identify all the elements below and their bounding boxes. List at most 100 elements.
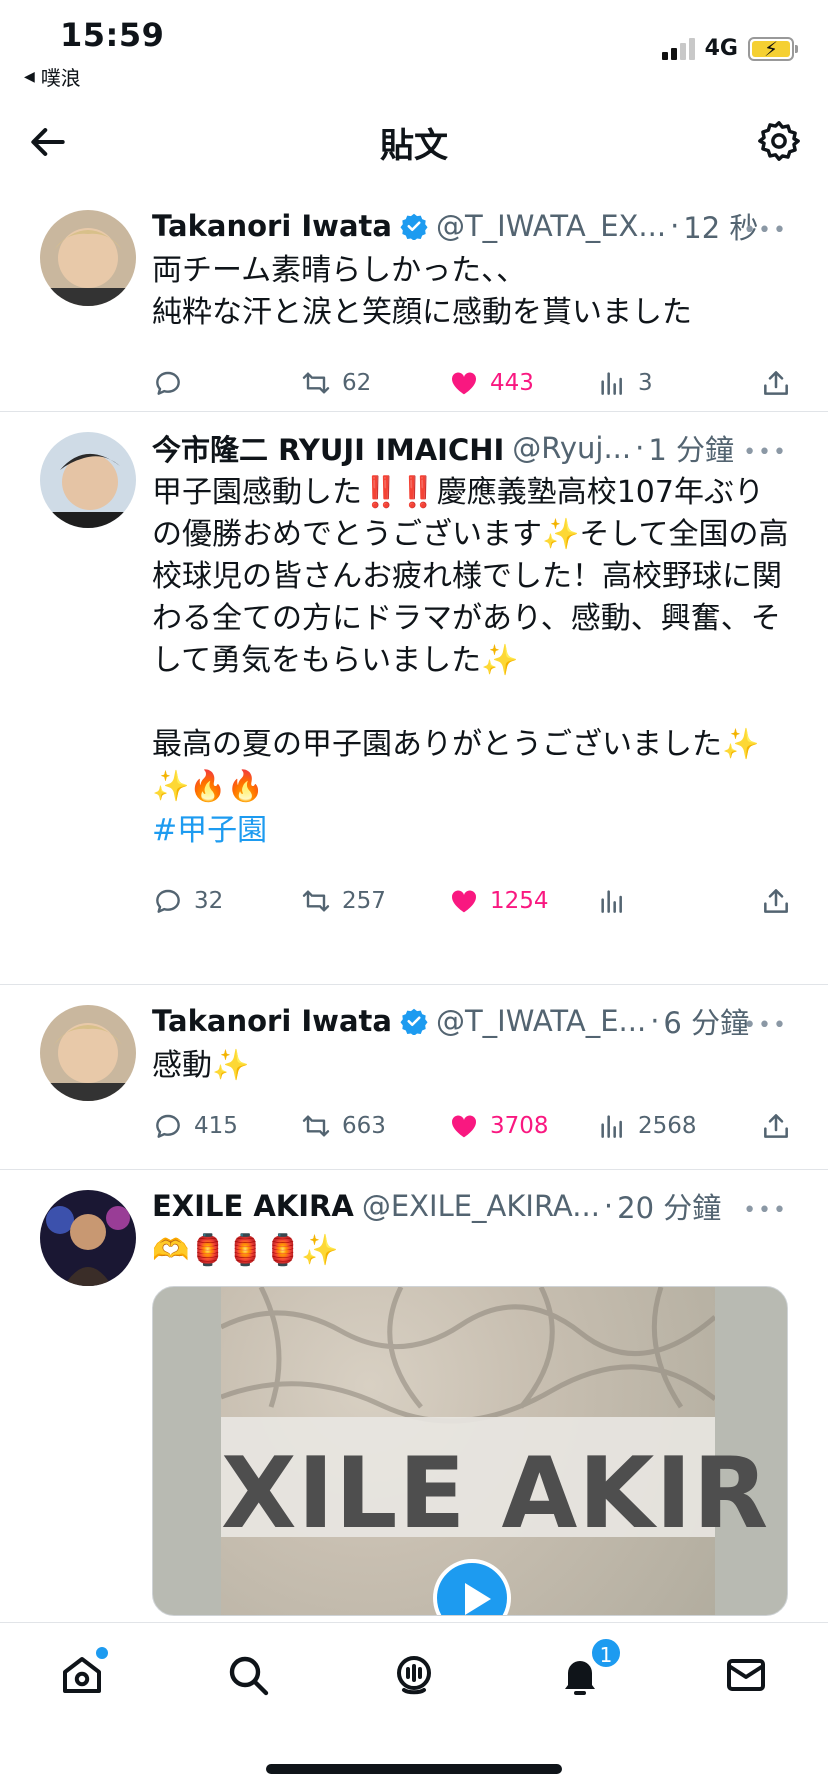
author-name[interactable]: Takanori Iwata bbox=[152, 209, 392, 243]
spaces-mic-icon bbox=[397, 1656, 431, 1695]
more-options-icon[interactable]: ••• bbox=[743, 218, 788, 243]
reply-button[interactable] bbox=[152, 367, 300, 399]
timeline: ••• Takanori Iwata @T_IWATA_EX... · 12 秒… bbox=[0, 190, 828, 1690]
like-button[interactable]: 443 bbox=[448, 367, 596, 399]
retweet-button[interactable]: 663 bbox=[300, 1110, 448, 1142]
gear-icon[interactable] bbox=[756, 118, 802, 164]
tab-search[interactable] bbox=[224, 1651, 280, 1707]
video-overlay-text: XILE AKIR bbox=[221, 1437, 770, 1551]
tab-messages[interactable] bbox=[722, 1651, 778, 1707]
post-time: 20 分鐘 bbox=[617, 1191, 722, 1225]
views-button[interactable]: 2568 bbox=[596, 1110, 744, 1142]
author-handle[interactable]: @EXILE_AKIRA... bbox=[362, 1189, 600, 1223]
reply-button[interactable]: 415 bbox=[152, 1110, 300, 1142]
views-button[interactable] bbox=[596, 885, 744, 917]
tab-spaces[interactable] bbox=[390, 1651, 446, 1707]
clock: 15:59 bbox=[60, 16, 165, 54]
separator-dot: · bbox=[670, 209, 680, 243]
like-count: 3708 bbox=[490, 1113, 549, 1139]
header: 貼文 bbox=[0, 100, 828, 182]
author-handle[interactable]: @T_IWATA_EX... bbox=[436, 209, 666, 243]
tweet-text: 感動✨ bbox=[152, 1048, 250, 1083]
retweet-icon bbox=[302, 1115, 330, 1137]
heart-icon bbox=[451, 890, 477, 913]
views-button[interactable]: 3 bbox=[596, 367, 744, 399]
back-app-label: 噗浪 bbox=[40, 66, 81, 90]
tweet-actions: 62 443 3 bbox=[152, 348, 792, 418]
share-icon bbox=[764, 889, 788, 913]
views-count: 3 bbox=[638, 370, 653, 396]
share-icon bbox=[764, 1114, 788, 1138]
author-name[interactable]: Takanori Iwata bbox=[152, 1004, 392, 1038]
retweet-icon bbox=[302, 890, 330, 912]
separator-dot: · bbox=[603, 1189, 614, 1223]
avatar[interactable] bbox=[40, 432, 136, 528]
post-time: 6 分鐘 bbox=[663, 1006, 750, 1040]
retweet-button[interactable]: 62 bbox=[300, 367, 448, 399]
retweet-count: 663 bbox=[342, 1113, 386, 1139]
author-handle[interactable]: @T_IWATA_E... bbox=[436, 1004, 646, 1038]
hashtag-link[interactable]: #甲子園 bbox=[152, 810, 792, 852]
more-options-icon[interactable]: ••• bbox=[743, 1198, 788, 1223]
tweet[interactable]: ••• EXILE AKIRA @EXILE_AKIRA... · 20 分鐘 … bbox=[0, 1170, 828, 1690]
mail-icon bbox=[727, 1659, 765, 1691]
views-chart-icon bbox=[601, 372, 622, 395]
heart-icon bbox=[451, 372, 477, 395]
video-thumbnail[interactable]: XILE AKIR bbox=[152, 1286, 788, 1616]
tweet[interactable]: ••• 今市隆二 RYUJI IMAICHI @Ryuj... · 1 分鐘 甲… bbox=[0, 412, 828, 985]
retweet-button[interactable]: 257 bbox=[300, 885, 448, 917]
signal-icon bbox=[661, 37, 695, 60]
reply-icon bbox=[156, 1114, 180, 1138]
battery-icon: ⚡ bbox=[748, 36, 798, 61]
more-options-icon[interactable]: ••• bbox=[743, 1013, 788, 1038]
tweet[interactable]: ••• Takanori Iwata @T_IWATA_E... · 6 分鐘 … bbox=[0, 985, 828, 1170]
avatar[interactable] bbox=[40, 1190, 136, 1286]
verified-badge-icon bbox=[400, 1008, 428, 1035]
share-button[interactable] bbox=[760, 885, 792, 917]
like-button[interactable]: 1254 bbox=[448, 885, 596, 917]
like-count: 1254 bbox=[490, 888, 549, 914]
reply-icon bbox=[156, 371, 180, 395]
avatar[interactable] bbox=[40, 210, 136, 306]
views-chart-icon bbox=[601, 1115, 622, 1138]
reply-icon bbox=[156, 889, 180, 913]
network-label: 4G bbox=[704, 36, 738, 61]
page-title: 貼文 bbox=[380, 126, 448, 166]
separator-dot: · bbox=[635, 431, 645, 465]
avatar[interactable] bbox=[40, 1005, 136, 1101]
tweet-actions: 32 257 1254 bbox=[152, 866, 792, 936]
retweet-count: 257 bbox=[342, 888, 386, 914]
status-bar: 15:59 ◀ 噗浪 4G ⚡ bbox=[0, 0, 828, 100]
tweet-text: 🫶🏮🏮🏮✨ bbox=[152, 1233, 339, 1268]
tweet[interactable]: ••• Takanori Iwata @T_IWATA_EX... · 12 秒… bbox=[0, 190, 828, 412]
tab-home[interactable] bbox=[58, 1647, 114, 1707]
author-name[interactable]: EXILE AKIRA bbox=[152, 1189, 354, 1223]
share-icon bbox=[764, 371, 788, 395]
home-indicator bbox=[266, 1764, 562, 1774]
back-triangle-icon: ◀ bbox=[24, 68, 35, 85]
more-options-icon[interactable]: ••• bbox=[743, 440, 788, 465]
like-button[interactable]: 3708 bbox=[448, 1110, 596, 1142]
reply-count: 32 bbox=[194, 888, 224, 914]
reply-button[interactable]: 32 bbox=[152, 885, 300, 917]
back-to-app-button[interactable]: ◀ 噗浪 bbox=[24, 62, 81, 91]
tweet-text: 両チーム素晴らしかった、、 純粋な汗と涙と笑顔に感動を貰いました bbox=[152, 253, 692, 330]
tweet-actions: 415 663 3708 2568 bbox=[152, 1091, 792, 1161]
separator-dot: · bbox=[650, 1004, 660, 1038]
share-button[interactable] bbox=[760, 367, 792, 399]
post-time: 1 分鐘 bbox=[648, 433, 735, 467]
share-button[interactable] bbox=[760, 1110, 792, 1142]
reply-count: 415 bbox=[194, 1113, 238, 1139]
notifications-badge: 1 bbox=[590, 1637, 622, 1669]
home-new-indicator bbox=[96, 1647, 108, 1659]
author-handle[interactable]: @Ryuj... bbox=[512, 431, 631, 465]
author-name[interactable]: 今市隆二 RYUJI IMAICHI bbox=[152, 427, 504, 469]
retweet-count: 62 bbox=[342, 370, 372, 396]
tweet-text: 甲子園感動した‼️‼️慶應義塾高校107年ぶりの優勝おめでとうございます✨そして… bbox=[152, 475, 789, 804]
views-count: 2568 bbox=[638, 1113, 697, 1139]
heart-icon bbox=[451, 1115, 477, 1138]
tab-notifications[interactable]: 1 bbox=[556, 1637, 622, 1707]
search-icon bbox=[229, 1656, 269, 1696]
verified-badge-icon bbox=[400, 213, 428, 240]
views-chart-icon bbox=[601, 890, 622, 913]
